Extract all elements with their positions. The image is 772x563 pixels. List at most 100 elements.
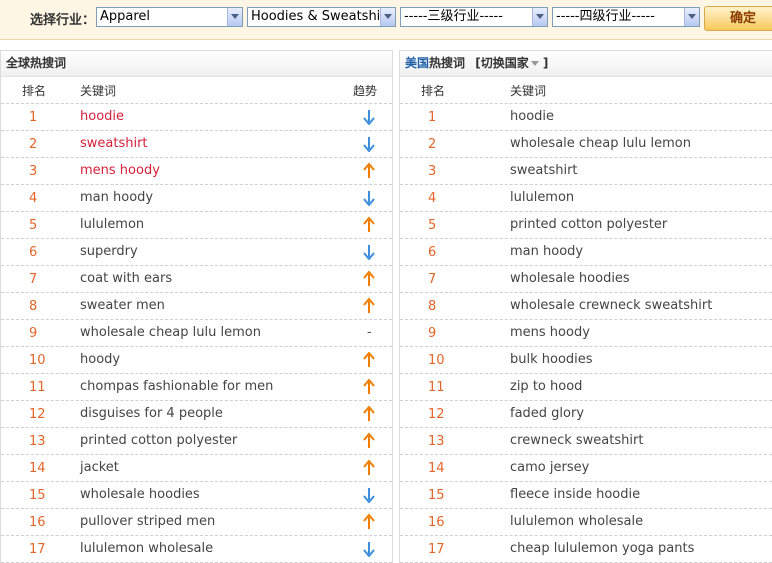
table-row: 7 wholesale hoodies xyxy=(400,266,772,293)
keyword-header: 关键词 xyxy=(80,84,117,98)
rank-number: 14 xyxy=(29,461,46,476)
keyword-link[interactable]: lululemon xyxy=(510,190,574,205)
industry-level2-select[interactable]: Hoodies & Sweatshi xyxy=(247,7,396,27)
keyword-link[interactable]: jacket xyxy=(80,460,119,475)
chevron-down-icon[interactable] xyxy=(532,8,547,26)
rank-number: 9 xyxy=(29,326,38,341)
keyword-link[interactable]: fleece inside hoodie xyxy=(510,487,640,502)
table-row: 4 lululemon xyxy=(400,185,772,212)
panel-title: 全球热搜词 xyxy=(1,51,392,77)
keyword-link[interactable]: zip to hood xyxy=(510,379,582,394)
keyword-link[interactable]: sweatshirt xyxy=(80,136,148,151)
table-row: 9 mens hoody xyxy=(400,320,772,347)
trend-flat-icon: - xyxy=(367,325,372,340)
keyword-link[interactable]: wholesale cheap lulu lemon xyxy=(510,136,691,151)
table-row: 9 wholesale cheap lulu lemon - xyxy=(1,320,392,347)
keyword-link[interactable]: cheap lululemon yoga pants xyxy=(510,541,694,556)
table-row: 16 lululemon wholesale xyxy=(400,509,772,536)
trend-up-icon xyxy=(363,352,375,368)
rank-number: 14 xyxy=(428,461,445,476)
table-row: 2 wholesale cheap lulu lemon xyxy=(400,131,772,158)
industry-level3-select[interactable]: -----三级行业----- xyxy=(400,7,548,27)
chevron-down-icon[interactable] xyxy=(684,8,699,26)
trend-down-icon xyxy=(363,487,375,503)
keyword-link[interactable]: bulk hoodies xyxy=(510,352,593,367)
industry-level1-select[interactable]: Apparel xyxy=(96,7,243,27)
trend-down-icon xyxy=(363,190,375,206)
keyword-link[interactable]: sweatshirt xyxy=(510,163,578,178)
global-hot-keywords-panel: 全球热搜词 排名 关键词 趋势 1 hoodie 2 sweatshirt 3 mens … xyxy=(0,50,393,563)
rank-number: 8 xyxy=(428,299,437,314)
rank-number: 8 xyxy=(29,299,38,314)
table-row: 4 man hoody xyxy=(1,185,392,212)
rank-number: 17 xyxy=(29,542,46,557)
keyword-link[interactable]: man hoody xyxy=(510,244,583,259)
rank-number: 11 xyxy=(29,380,46,395)
keyword-link[interactable]: printed cotton polyester xyxy=(80,433,237,448)
keyword-link[interactable]: hoodie xyxy=(510,109,554,124)
keyword-link[interactable]: pullover striped men xyxy=(80,514,215,529)
table-header: 排名 关键词 xyxy=(400,77,772,104)
keyword-link[interactable]: lululemon wholesale xyxy=(80,541,213,556)
table-row: 15 fleece inside hoodie xyxy=(400,482,772,509)
chevron-down-icon[interactable] xyxy=(380,8,395,26)
rank-number: 5 xyxy=(29,218,38,233)
keyword-link[interactable]: lululemon xyxy=(80,217,144,232)
keyword-link[interactable]: wholesale hoodies xyxy=(510,271,630,286)
rank-number: 16 xyxy=(428,515,445,530)
switch-country-button[interactable]: [切换国家 ] xyxy=(475,56,548,70)
table-row: 8 wholesale crewneck sweatshirt xyxy=(400,293,772,320)
keyword-link[interactable]: wholesale crewneck sweatshirt xyxy=(510,298,712,313)
chevron-down-icon[interactable] xyxy=(227,8,242,26)
keyword-link[interactable]: chompas fashionable for men xyxy=(80,379,273,394)
keyword-link[interactable]: sweater men xyxy=(80,298,165,313)
table-row: 5 lululemon xyxy=(1,212,392,239)
trend-down-icon xyxy=(363,109,375,125)
keyword-link[interactable]: lululemon wholesale xyxy=(510,514,643,529)
table-row: 5 printed cotton polyester xyxy=(400,212,772,239)
keyword-link[interactable]: camo jersey xyxy=(510,460,589,475)
keyword-link[interactable]: mens hoody xyxy=(510,325,590,340)
country-link[interactable]: 美国 xyxy=(405,56,429,70)
keyword-link[interactable]: crewneck sweatshirt xyxy=(510,433,643,448)
table-row: 7 coat with ears xyxy=(1,266,392,293)
confirm-button[interactable]: 确定 xyxy=(704,6,772,31)
rank-number: 3 xyxy=(29,164,38,179)
rank-number: 2 xyxy=(428,137,437,152)
keyword-link[interactable]: faded glory xyxy=(510,406,584,421)
table-row: 12 faded glory xyxy=(400,401,772,428)
rank-number: 7 xyxy=(428,272,437,287)
table-header: 排名 关键词 趋势 xyxy=(1,77,392,104)
rank-number: 13 xyxy=(29,434,46,449)
table-row: 6 man hoody xyxy=(400,239,772,266)
rank-number: 10 xyxy=(29,353,46,368)
keyword-link[interactable]: mens hoody xyxy=(80,163,160,178)
rank-number: 6 xyxy=(428,245,437,260)
keyword-link[interactable]: hoody xyxy=(80,352,120,367)
keyword-link[interactable]: wholesale cheap lulu lemon xyxy=(80,325,261,340)
table-row: 11 chompas fashionable for men xyxy=(1,374,392,401)
industry-level1-value: Apparel xyxy=(100,9,151,24)
trend-up-icon xyxy=(363,271,375,287)
trend-up-icon xyxy=(363,298,375,314)
table-row: 14 camo jersey xyxy=(400,455,772,482)
keyword-link[interactable]: hoodie xyxy=(80,109,124,124)
table-row: 17 lululemon wholesale xyxy=(1,536,392,563)
keyword-link[interactable]: disguises for 4 people xyxy=(80,406,223,421)
table-row: 12 disguises for 4 people xyxy=(1,401,392,428)
trend-header: 趋势 xyxy=(353,84,378,98)
trend-up-icon xyxy=(363,514,375,530)
industry-level4-select[interactable]: -----四级行业----- xyxy=(552,7,700,27)
rank-number: 17 xyxy=(428,542,445,557)
keyword-link[interactable]: coat with ears xyxy=(80,271,172,286)
keyword-link[interactable]: wholesale hoodies xyxy=(80,487,200,502)
trend-up-icon xyxy=(363,163,375,179)
keyword-link[interactable]: superdry xyxy=(80,244,138,259)
rank-number: 15 xyxy=(428,488,445,503)
table-row: 8 sweater men xyxy=(1,293,392,320)
industry-level3-value: -----三级行业----- xyxy=(404,9,503,24)
us-hot-keywords-panel: 美国热搜词 [切换国家 ] 排名 关键词 1 hoodie 2 wholesale c… xyxy=(399,50,772,563)
keyword-link[interactable]: man hoody xyxy=(80,190,153,205)
table-row: 10 hoody xyxy=(1,347,392,374)
keyword-link[interactable]: printed cotton polyester xyxy=(510,217,667,232)
